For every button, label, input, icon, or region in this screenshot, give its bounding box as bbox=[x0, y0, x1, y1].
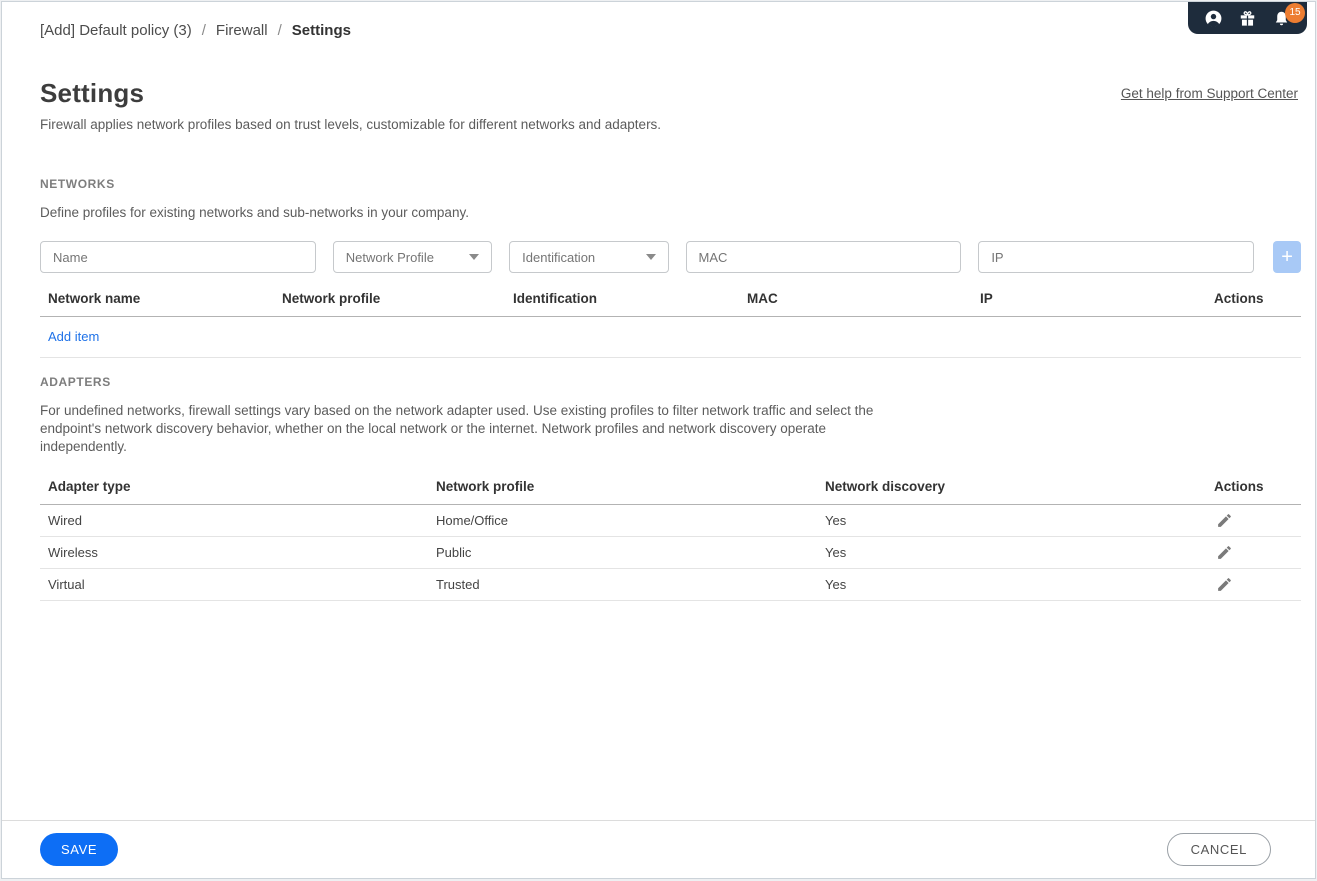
networks-add-item-row: Add item bbox=[40, 317, 1301, 358]
breadcrumb: [Add] Default policy (3) / Firewall / Se… bbox=[40, 22, 351, 39]
networks-input-row: Network Profile Identification + bbox=[40, 241, 1301, 273]
network-profile-select-placeholder: Network Profile bbox=[345, 249, 434, 265]
networks-section: NETWORKS Define profiles for existing ne… bbox=[40, 177, 1301, 358]
edit-wireless-button[interactable] bbox=[1216, 543, 1236, 563]
col-actions: Actions bbox=[1214, 479, 1264, 494]
networks-section-label: NETWORKS bbox=[40, 177, 115, 191]
col-mac: MAC bbox=[747, 291, 778, 306]
adapter-type-cell: Virtual bbox=[48, 577, 85, 592]
network-name-input[interactable] bbox=[40, 241, 316, 273]
adapters-section: ADAPTERS For undefined networks, firewal… bbox=[40, 375, 1301, 601]
breadcrumb-settings-current: Settings bbox=[291, 22, 351, 39]
edit-virtual-button[interactable] bbox=[1216, 575, 1236, 595]
network-discovery-cell: Yes bbox=[825, 513, 847, 528]
breadcrumb-firewall[interactable]: Firewall bbox=[216, 22, 268, 39]
breadcrumb-separator: / bbox=[277, 22, 282, 39]
chevron-down-icon bbox=[469, 254, 480, 260]
networks-section-description: Define profiles for existing networks an… bbox=[40, 205, 469, 220]
network-discovery-cell: Yes bbox=[825, 577, 847, 592]
firewall-settings-page: [Add] Default policy (3) / Firewall / Se… bbox=[1, 1, 1316, 879]
gift-icon[interactable] bbox=[1238, 9, 1257, 28]
pencil-icon bbox=[1218, 546, 1231, 559]
col-ip: IP bbox=[980, 291, 993, 306]
support-center-link[interactable]: Get help from Support Center bbox=[1121, 86, 1298, 101]
adapter-type-cell: Wired bbox=[48, 513, 82, 528]
cancel-button[interactable]: CANCEL bbox=[1166, 833, 1271, 866]
save-button[interactable]: SAVE bbox=[40, 833, 119, 866]
adapters-table-header: Adapter type Network profile Network dis… bbox=[40, 466, 1301, 505]
adapter-row-wired: Wired Home/Office Yes bbox=[40, 505, 1301, 537]
network-profile-cell: Home/Office bbox=[436, 513, 509, 528]
col-actions: Actions bbox=[1214, 291, 1264, 306]
adapter-row-virtual: Virtual Trusted Yes bbox=[40, 569, 1301, 601]
col-identification: Identification bbox=[513, 291, 597, 306]
network-profile-select[interactable]: Network Profile bbox=[332, 241, 493, 273]
pencil-icon bbox=[1218, 514, 1231, 527]
topbar-user-badge: 15 bbox=[1188, 2, 1307, 34]
add-item-link[interactable]: Add item bbox=[48, 329, 99, 344]
notification-count-badge[interactable]: 15 bbox=[1285, 2, 1305, 23]
adapter-type-cell: Wireless bbox=[48, 545, 98, 560]
page-description: Firewall applies network profiles based … bbox=[40, 117, 662, 132]
adapters-section-description: For undefined networks, firewall setting… bbox=[40, 403, 874, 454]
adapter-row-wireless: Wireless Public Yes bbox=[40, 537, 1301, 569]
pencil-icon bbox=[1218, 578, 1231, 591]
col-network-name: Network name bbox=[48, 291, 141, 306]
col-network-discovery: Network discovery bbox=[825, 479, 946, 494]
col-network-profile: Network profile bbox=[436, 479, 535, 494]
breadcrumb-policy[interactable]: [Add] Default policy (3) bbox=[40, 22, 192, 39]
ip-input[interactable] bbox=[978, 241, 1255, 273]
network-discovery-cell: Yes bbox=[825, 545, 847, 560]
network-profile-cell: Public bbox=[436, 545, 472, 560]
col-network-profile: Network profile bbox=[282, 291, 381, 306]
user-icon[interactable] bbox=[1204, 9, 1223, 28]
networks-table-header: Network name Network profile Identificat… bbox=[40, 278, 1301, 317]
plus-icon: + bbox=[1281, 246, 1293, 268]
adapters-section-label: ADAPTERS bbox=[40, 375, 111, 389]
edit-wired-button[interactable] bbox=[1216, 511, 1236, 531]
chevron-down-icon bbox=[645, 254, 656, 260]
footer-action-bar: SAVE CANCEL bbox=[2, 820, 1315, 878]
identification-select-placeholder: Identification bbox=[522, 249, 596, 265]
page-title: Settings bbox=[40, 78, 145, 108]
add-network-button[interactable]: + bbox=[1273, 241, 1301, 273]
network-profile-cell: Trusted bbox=[436, 577, 480, 592]
col-adapter-type: Adapter type bbox=[48, 479, 131, 494]
mac-input[interactable] bbox=[685, 241, 962, 273]
bell-icon[interactable]: 15 bbox=[1272, 2, 1305, 28]
identification-select[interactable]: Identification bbox=[509, 241, 669, 273]
breadcrumb-separator: / bbox=[201, 22, 206, 39]
